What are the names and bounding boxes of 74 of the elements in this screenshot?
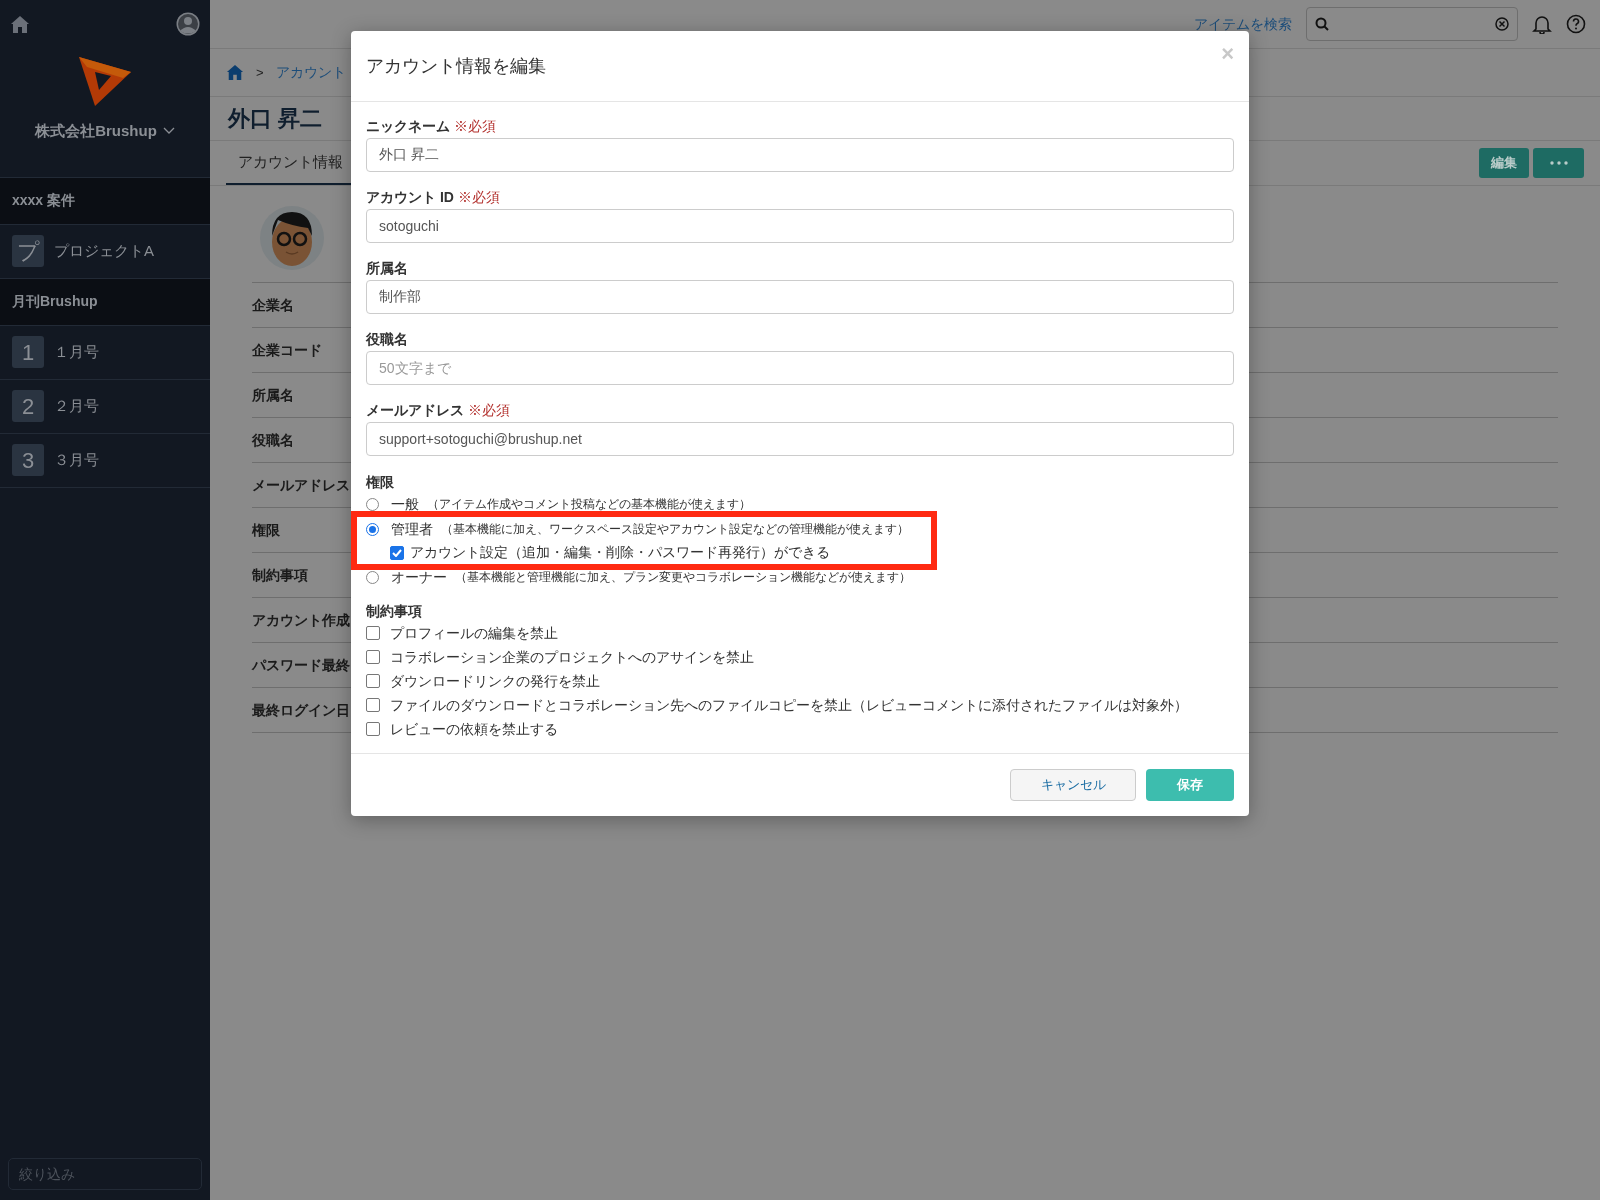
search-icon <box>1315 17 1329 31</box>
field-label: メールアドレス <box>252 475 350 495</box>
field-label: 企業名 <box>252 295 294 315</box>
field-label: 所属名 <box>252 385 294 405</box>
text-field[interactable]: sotoguchi <box>366 209 1234 243</box>
field-label: 所属名 <box>366 259 408 278</box>
dialog-title: アカウント情報を編集 <box>366 54 546 78</box>
checkbox[interactable] <box>366 674 380 688</box>
avatar-icon[interactable] <box>176 12 200 36</box>
edit-button[interactable]: 編集 <box>1479 148 1529 178</box>
item-badge: 3 <box>12 444 44 476</box>
checkbox-label: プロフィールの編集を禁止 <box>390 623 558 643</box>
field-label: ニックネーム <box>366 117 450 136</box>
item-badge: プ <box>12 235 44 267</box>
text-field[interactable]: 50文字まで <box>366 351 1234 385</box>
breadcrumb-separator: > <box>256 63 264 82</box>
required-mark: ※必須 <box>457 188 500 207</box>
field-label: 最終ログイン日 <box>252 700 350 720</box>
checkbox[interactable] <box>366 698 380 712</box>
item-label: １月号 <box>54 341 99 362</box>
option-note: （アイテム作成やコメント投稿などの基本機能が使えます） <box>427 496 751 513</box>
checkbox[interactable] <box>366 626 380 640</box>
item-label: ２月号 <box>54 395 99 416</box>
cancel-button[interactable]: キャンセル <box>1010 769 1136 801</box>
section-title: 権限 <box>366 472 394 492</box>
option-note: （基本機能に加え、ワークスペース設定やアカウント設定などの管理機能が使えます） <box>441 521 909 538</box>
field-label: 企業コード <box>252 340 322 360</box>
clear-icon[interactable] <box>1495 17 1509 31</box>
item-badge: 1 <box>12 336 44 368</box>
sidebar-item[interactable]: プ プロジェクトA <box>0 224 210 279</box>
section-title: 制約事項 <box>366 601 422 621</box>
required-mark: ※必須 <box>454 117 496 136</box>
option-label: 管理者 <box>391 519 433 539</box>
required-mark: ※必須 <box>468 401 510 420</box>
search-field[interactable] <box>1306 7 1518 41</box>
page-title: 外口 昇二 <box>228 105 323 133</box>
sidebar-item[interactable]: 2 ２月号 <box>0 379 210 434</box>
item-label: ３月号 <box>54 449 99 470</box>
checkbox-label: ダウンロードリンクの発行を禁止 <box>390 671 600 691</box>
field-label: 役職名 <box>366 330 408 349</box>
field-label: 役職名 <box>252 430 294 450</box>
field-label: アカウント ID <box>366 188 454 207</box>
item-label: プロジェクトA <box>54 240 154 261</box>
help-icon[interactable] <box>1566 14 1586 34</box>
field-label: アカウント作成 <box>252 610 350 630</box>
home-icon[interactable] <box>10 14 30 34</box>
workspace-name[interactable]: 株式会社Brushup <box>35 120 157 143</box>
field-label: メールアドレス <box>366 401 464 420</box>
checkbox-label: コラボレーション企業のプロジェクトへのアサインを禁止 <box>390 647 754 667</box>
checkbox[interactable] <box>366 650 380 664</box>
sidebar-item[interactable]: 3 ３月号 <box>0 433 210 488</box>
checkbox[interactable] <box>366 722 380 736</box>
text-field[interactable]: 制作部 <box>366 280 1234 314</box>
checkbox[interactable] <box>390 545 404 560</box>
checkbox-label: ファイルのダウンロードとコラボレーション先へのファイルコピーを禁止（レビューコメントに添付されたファイルは対象外） <box>390 695 1188 715</box>
sidebar-item[interactable]: 1 １月号 <box>0 325 210 380</box>
bell-icon[interactable] <box>1532 14 1552 34</box>
text-field[interactable]: 外口 昇二 <box>366 138 1234 172</box>
checkbox-label: アカウント設定（追加・編集・削除・パスワード再発行）ができる <box>410 543 830 562</box>
home-icon[interactable] <box>226 64 244 81</box>
option-label: オーナー <box>391 567 447 587</box>
text-field[interactable]: support+sotoguchi@brushup.net <box>366 422 1234 456</box>
option-label: 一般 <box>391 494 419 514</box>
chevron-down-icon[interactable] <box>162 127 175 136</box>
field-label: 制約事項 <box>252 565 308 585</box>
field-label: 権限 <box>252 520 280 540</box>
profile-avatar <box>260 206 324 270</box>
more-icon <box>1549 161 1568 165</box>
option-note: （基本機能と管理機能に加え、プラン変更やコラボレーション機能などが使えます） <box>455 569 911 586</box>
section-title: 月刊Brushup <box>12 292 98 311</box>
field-label: パスワード最終 <box>252 655 350 675</box>
checkbox-label: レビューの依頼を禁止する <box>390 719 558 739</box>
section-title: xxxx 案件 <box>12 191 76 210</box>
item-badge: 2 <box>12 390 44 422</box>
